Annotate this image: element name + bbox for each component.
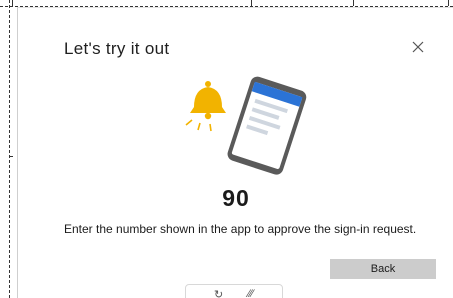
top-strip-mark [353, 0, 354, 6]
top-strip-mark [251, 0, 252, 6]
approval-illustration [180, 75, 320, 175]
screen: Let's try it out 90 Enter the number sho… [0, 0, 453, 298]
bell-icon [185, 81, 226, 132]
left-guide-tick [9, 156, 13, 157]
phone-icon [227, 76, 307, 175]
partially-visible-toolbar: ↻ ∕∕∕ [185, 284, 283, 298]
top-strip [12, 0, 449, 6]
refresh-icon[interactable]: ↻ [214, 288, 223, 298]
left-dashed-guide [9, 0, 10, 298]
instructions-text: Enter the number shown in the app to app… [64, 222, 417, 236]
mfa-dialog: Let's try it out 90 Enter the number sho… [17, 7, 453, 298]
hatched-icon[interactable]: ∕∕∕ [248, 288, 254, 298]
close-icon[interactable] [410, 39, 426, 55]
back-button[interactable]: Back [330, 259, 436, 279]
dialog-title: Let's try it out [64, 39, 170, 58]
verification-number: 90 [222, 185, 250, 211]
close-icon-glyph [412, 41, 424, 53]
